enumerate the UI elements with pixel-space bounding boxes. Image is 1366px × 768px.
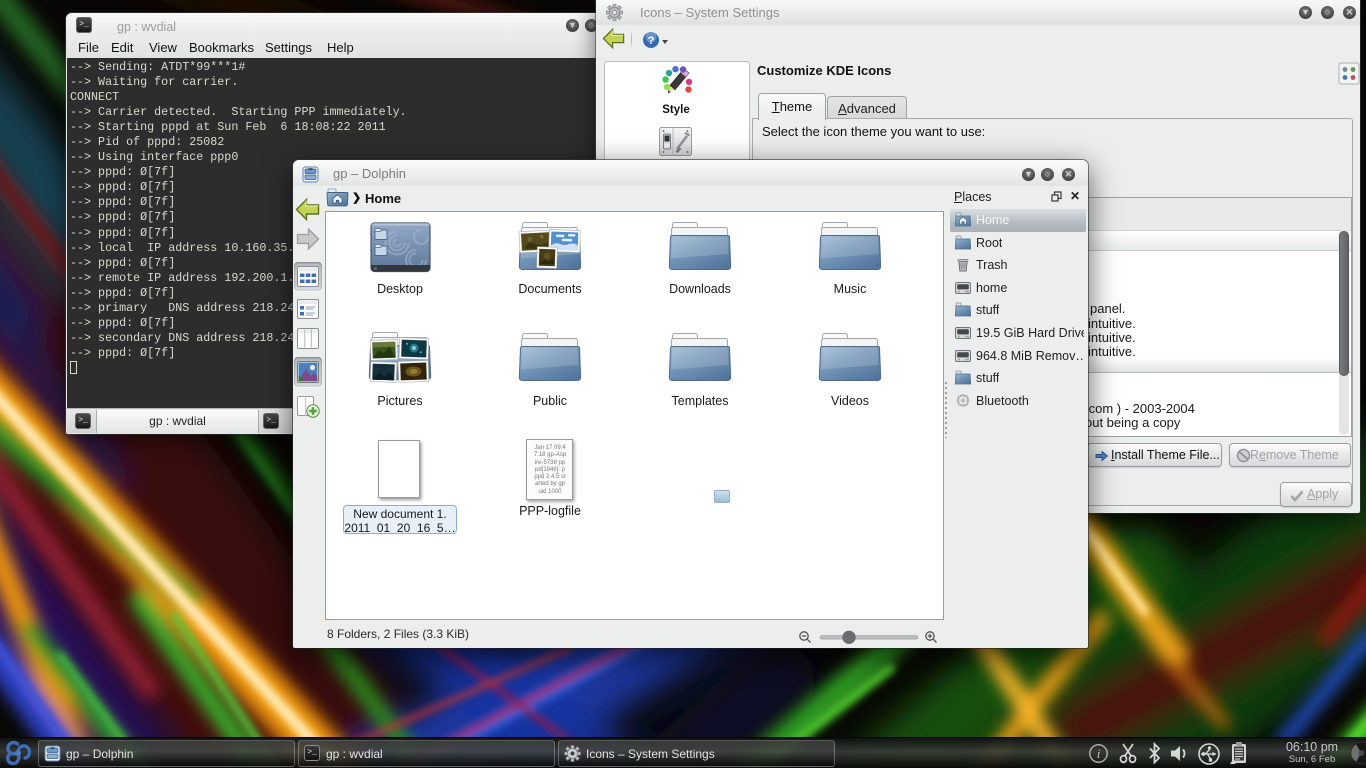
svg-text:i: i: [1097, 746, 1101, 761]
svg-text:?: ?: [648, 35, 655, 47]
